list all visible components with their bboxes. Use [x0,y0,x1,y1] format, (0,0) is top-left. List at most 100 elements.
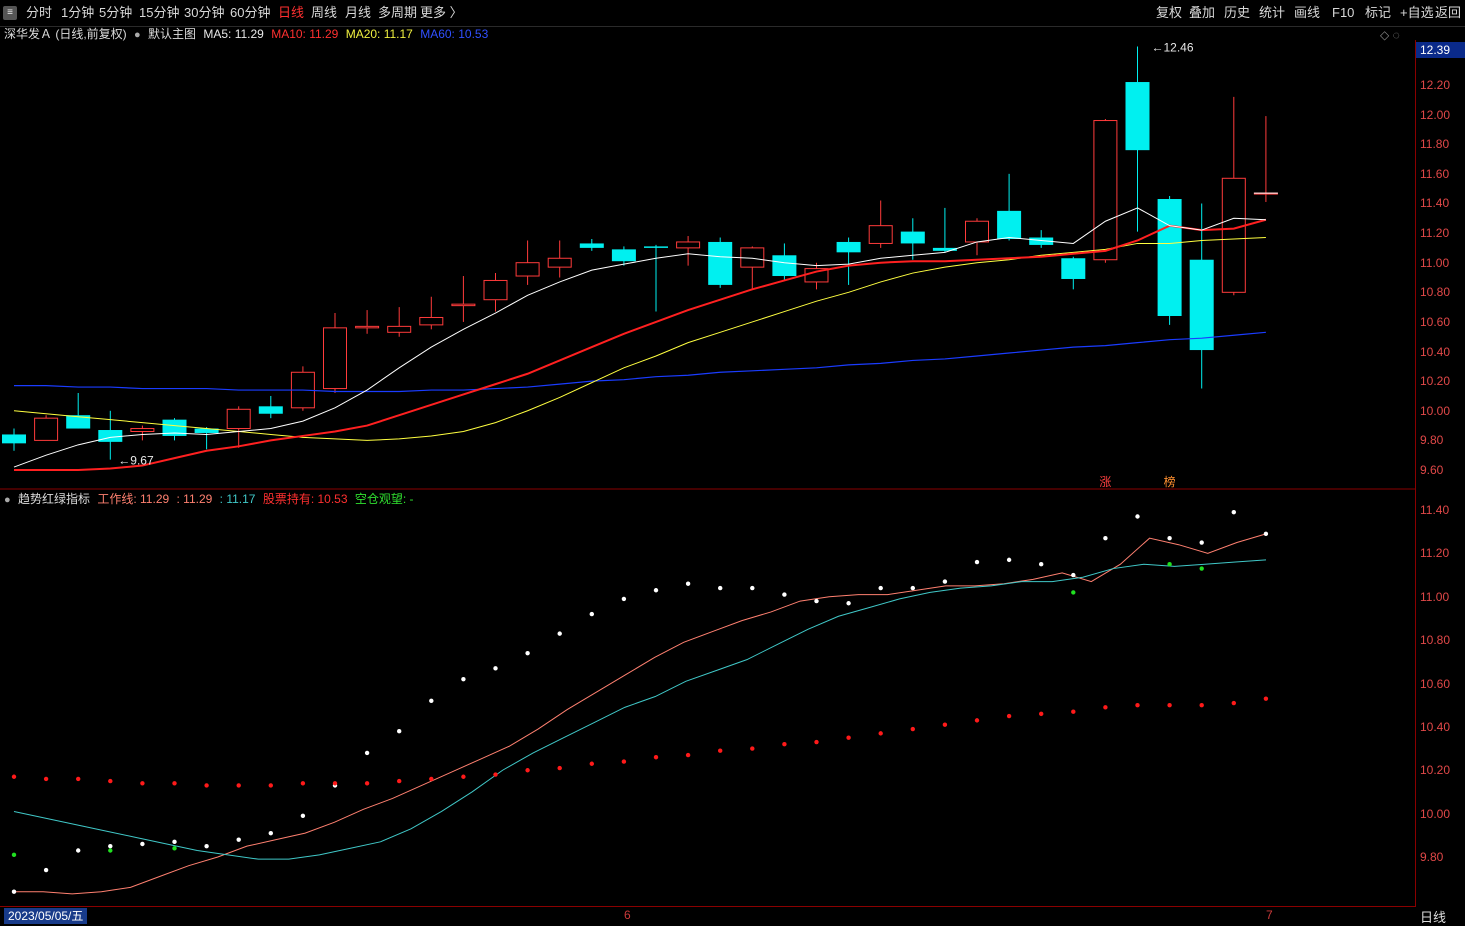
red-dot [108,778,113,784]
red-dot [718,748,723,753]
candle [66,393,91,429]
white-dot [750,585,755,591]
tool-button-8[interactable]: 返回 [1435,4,1461,22]
candle [226,406,251,448]
candle [1189,203,1214,389]
candle-body-up [130,428,155,432]
red-dot [846,735,851,740]
red-dot [493,772,498,777]
white-dot [557,631,562,636]
candle-body-up [965,220,989,243]
white-dot [1071,572,1076,578]
osc-tick-5: 10.80 [1420,633,1451,648]
candle [804,262,829,290]
white-dot [1167,535,1172,541]
low-label: ←9.67 [118,454,154,468]
price-tick-10: 11.60 [1420,166,1450,181]
red-dot [332,781,338,786]
white-dot [43,867,49,873]
price-tick-3: 10.20 [1420,374,1451,389]
white-dot [204,843,209,849]
white-dot [300,813,306,818]
white-dot [11,889,17,894]
month-tick-7: 7 [1266,908,1273,922]
candle-body-down [1189,259,1214,351]
candle-body-up [868,225,893,244]
white-dot [782,592,787,597]
green-dot [1167,562,1172,567]
period-label[interactable]: 日线 [1420,907,1446,926]
oscillator-axis: 9.80 10.00 10.20 10.40 10.60 10.80 11.00 11.20 1… [1416,490,1465,906]
candle-body-down [644,246,668,248]
osc-tick-7: 11.20 [1420,546,1450,561]
candle-body-down [1157,199,1182,316]
osc-tick-2: 10.20 [1420,763,1451,778]
tag-bang[interactable]: 榜 [1164,474,1176,489]
red-dot [461,774,466,779]
red-dot [204,783,209,788]
cursor-date: 2023/05/05/五 [4,908,88,924]
white-dot [140,841,145,847]
white-dot [942,579,948,584]
red-dot [429,776,434,782]
trend-line [13,559,1267,860]
red-dot [621,759,627,764]
white-dot [268,830,273,836]
candle-body-up [483,279,508,301]
work-line [14,533,1267,895]
red-dot [878,731,883,736]
white-dot [1199,540,1204,545]
candle [1061,256,1086,290]
red-dot [76,776,81,782]
candle-body-down [98,430,123,442]
tag-zhang[interactable]: 涨 [1099,474,1111,489]
red-dot [1006,713,1012,719]
red-dot [910,726,915,732]
white-dot [1006,557,1012,563]
candle [547,240,572,278]
price-tick-1: 9.80 [1420,433,1444,448]
price-tick-13: 12.20 [1420,78,1451,92]
candle-body-down [2,434,26,444]
red-dot [974,718,980,723]
red-dot [557,765,562,771]
green-dot [1071,590,1076,595]
red-dot [1231,700,1237,706]
white-dot [621,596,627,602]
candle-body-up [1221,177,1246,293]
red-dot [11,774,17,779]
white-dot [364,750,370,756]
red-dot [140,781,145,786]
white-dot [1263,531,1269,537]
red-dot [589,761,594,766]
candle [997,173,1022,241]
candle-body-up [515,262,540,277]
white-dot [76,848,81,853]
kline-chart[interactable]: ←12.46 ←9.67 涨 榜 [0,0,1416,906]
white-dot [1039,562,1044,567]
red-dot [397,778,402,784]
red-dot [1199,702,1204,708]
white-dot [718,585,723,591]
white-dot [974,559,980,565]
white-dot [1231,509,1237,515]
red-dot [1039,711,1044,717]
candle-body-down [772,255,797,277]
white-dot [846,601,851,606]
red-dot [814,739,819,745]
candle-body-up [676,241,701,249]
white-dot [653,588,659,593]
red-dot [236,783,241,788]
candle [194,427,219,450]
price-tick-8: 11.20 [1420,226,1450,241]
red-dot [942,722,948,727]
candle [579,239,604,251]
green-dot [172,846,177,851]
candle [483,273,508,312]
candle-body-down [836,241,861,253]
white-dot [1103,535,1108,541]
candle [1157,196,1182,325]
price-axis: 9.60 9.80 10.00 10.20 10.40 10.60 10.80 11.00 11… [1416,40,1465,490]
red-dot [653,755,659,760]
candle-body-up [1093,120,1118,261]
